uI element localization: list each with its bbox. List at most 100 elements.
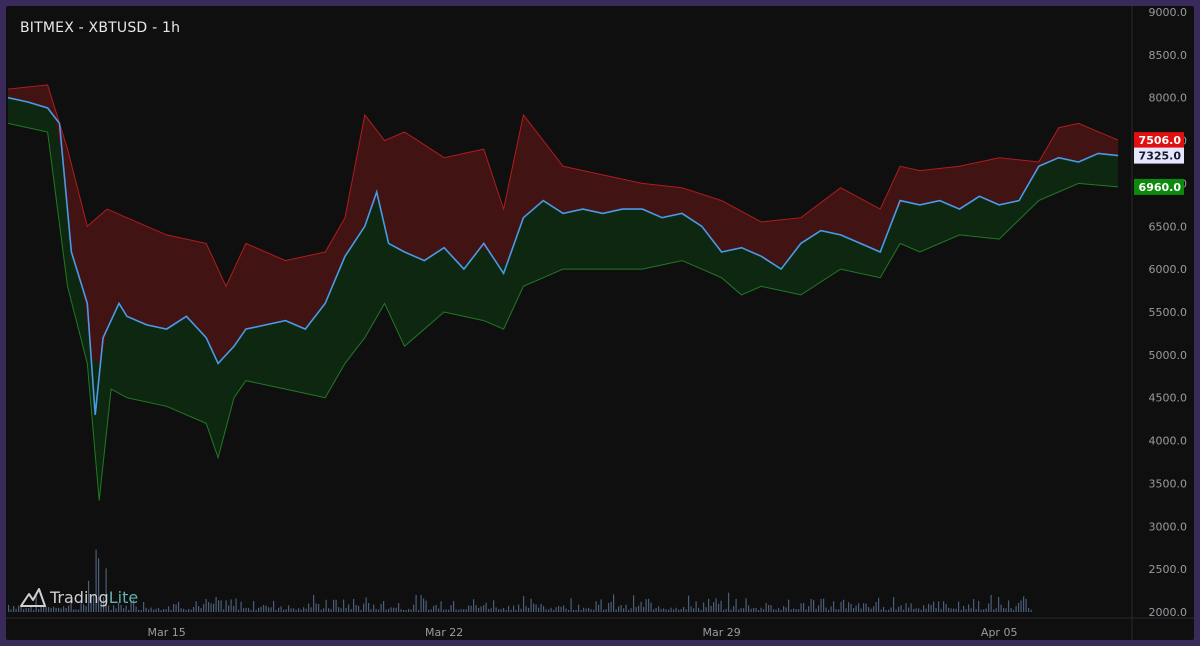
volume-bar xyxy=(893,597,895,612)
volume-bar xyxy=(583,607,585,612)
volume-bar xyxy=(873,606,875,612)
volume-bar xyxy=(355,605,357,612)
volume-bar xyxy=(548,609,550,612)
volume-bar xyxy=(198,606,200,612)
volume-bar xyxy=(660,609,662,612)
volume-bar xyxy=(540,603,542,612)
volume-bar xyxy=(598,604,600,612)
volume-bar xyxy=(183,608,185,612)
volume-bar xyxy=(205,598,207,612)
volume-bar xyxy=(538,607,540,612)
volume-bar xyxy=(855,605,857,612)
volume-bar xyxy=(830,606,832,612)
volume-bar xyxy=(433,605,435,612)
volume-bar xyxy=(715,598,717,612)
volume-bar xyxy=(358,605,360,612)
chart-frame[interactable]: BITMEX - XBTUSD - 1h 9000.08500.08000.07… xyxy=(6,6,1194,640)
volume-bar xyxy=(25,607,27,612)
volume-bar xyxy=(680,609,682,612)
volume-bar xyxy=(503,608,505,612)
volume-bar xyxy=(800,603,802,612)
volume-bar xyxy=(200,608,202,612)
volume-bar xyxy=(455,609,457,612)
volume-bar xyxy=(795,609,797,612)
volume-bar xyxy=(740,608,742,612)
volume-bar xyxy=(808,606,810,612)
volume-bar xyxy=(748,605,750,612)
volume-bar xyxy=(338,607,340,612)
volume-bar xyxy=(900,605,902,612)
volume-bar xyxy=(613,594,615,612)
volume-bar xyxy=(843,599,845,612)
volume-bar xyxy=(675,607,677,612)
volume-bar xyxy=(408,608,410,612)
volume-bar xyxy=(440,601,442,612)
volume-bar xyxy=(1020,600,1022,612)
volume-bar xyxy=(180,608,182,612)
volume-bar xyxy=(948,607,950,612)
volume-bar xyxy=(670,607,672,612)
volume-bar xyxy=(15,608,17,612)
volume-bar xyxy=(950,608,952,612)
volume-bar xyxy=(768,604,770,612)
volume-bar xyxy=(320,609,322,612)
volume-bar xyxy=(665,609,667,612)
upper-band-price-tag: 7506.0 xyxy=(1139,134,1182,147)
volume-bar xyxy=(1008,600,1010,612)
volume-bar xyxy=(233,606,235,612)
volume-bar xyxy=(383,601,385,612)
volume-bar xyxy=(828,609,830,612)
volume-bar xyxy=(110,610,112,612)
volume-bar xyxy=(385,609,387,612)
volume-bar xyxy=(168,606,170,612)
volume-bar xyxy=(208,602,210,612)
volume-bar xyxy=(240,601,242,612)
y-tick-label: 8000.0 xyxy=(1149,92,1188,105)
volume-bar xyxy=(363,603,365,612)
y-tick-label: 6000.0 xyxy=(1149,263,1188,276)
volume-bar xyxy=(58,607,60,612)
chart-canvas[interactable]: 9000.08500.08000.07500.07000.06500.06000… xyxy=(6,6,1194,640)
volume-bar xyxy=(188,609,190,612)
volume-bar xyxy=(790,609,792,612)
volume-bar xyxy=(773,609,775,612)
volume-bar xyxy=(655,608,657,612)
tradinglite-logo: Trading Lite xyxy=(20,586,138,608)
volume-bar xyxy=(475,605,477,612)
logo-text-trading: Trading xyxy=(50,587,109,607)
volume-bar xyxy=(563,605,565,612)
volume-bar xyxy=(305,608,307,612)
volume-bar xyxy=(770,605,772,612)
volume-bar xyxy=(978,601,980,612)
volume-bar xyxy=(578,604,580,612)
volume-bar xyxy=(218,600,220,612)
volume-bar xyxy=(728,592,730,612)
volume-bar xyxy=(395,607,397,612)
volume-bar xyxy=(870,608,872,612)
volume-bar xyxy=(370,609,372,612)
volume-bar xyxy=(968,604,970,612)
volume-bar xyxy=(23,609,25,612)
volume-bar xyxy=(450,605,452,612)
volume-bar xyxy=(333,599,335,612)
volume-bar xyxy=(325,599,327,612)
volume-bar xyxy=(170,609,172,612)
y-tick-label: 6500.0 xyxy=(1149,220,1188,233)
volume-bar xyxy=(645,599,647,612)
volume-bar xyxy=(145,607,147,612)
volume-bar xyxy=(688,595,690,612)
volume-bar xyxy=(478,607,480,612)
volume-bar xyxy=(558,605,560,612)
volume-bar xyxy=(810,599,812,612)
volume-bar xyxy=(1028,607,1030,612)
volume-bar xyxy=(203,604,205,612)
volume-bar xyxy=(190,609,192,612)
y-tick-label: 3000.0 xyxy=(1149,520,1188,533)
volume-bar xyxy=(930,605,932,612)
volume-bar xyxy=(490,608,492,612)
volume-bar xyxy=(615,609,617,612)
volume-bar xyxy=(963,605,965,612)
volume-bar xyxy=(163,609,165,612)
volume-bar xyxy=(515,609,517,612)
volume-bar xyxy=(303,607,305,612)
